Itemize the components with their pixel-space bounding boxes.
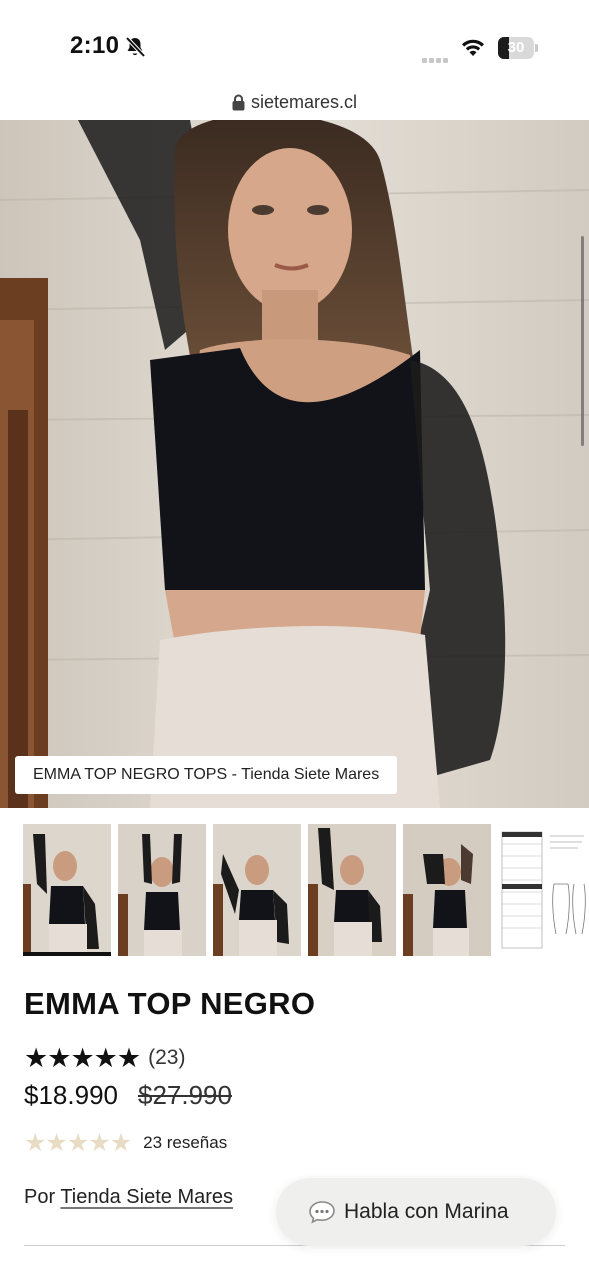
review-stars: ★★★★★ <box>24 1128 132 1158</box>
rating-count: (23) <box>148 1046 186 1069</box>
product-main-image[interactable]: EMMA TOP NEGRO TOPS - Tienda Siete Mares <box>0 120 589 808</box>
star-outline-icon: ★ <box>88 1129 110 1157</box>
compare-price: $27.990 <box>137 1080 232 1110</box>
address-bar[interactable]: sietemares.cl <box>0 92 589 120</box>
star-icon: ★ <box>116 1043 141 1073</box>
lock-icon <box>232 94 245 111</box>
star-outline-icon: ★ <box>66 1129 89 1157</box>
vendor-line: Por Tienda Siete Mares <box>24 1186 233 1209</box>
star-outline-icon: ★ <box>45 1129 67 1157</box>
star-icon: ★ <box>70 1043 94 1073</box>
thumbnail-3[interactable] <box>213 824 301 956</box>
star-outline-icon: ★ <box>109 1129 132 1157</box>
thumbnail-6-size-chart[interactable] <box>498 824 586 956</box>
url-text: sietemares.cl <box>250 92 358 112</box>
rating-summary[interactable]: ★★★★★ (23) <box>24 1044 185 1072</box>
thumbnail-4[interactable] <box>308 824 396 956</box>
reviews-count: 23 reseñas <box>143 1133 228 1152</box>
star-icon: ★ <box>93 1043 118 1073</box>
rating-stars: ★★★★★ <box>24 1043 141 1073</box>
star-icon: ★ <box>24 1043 48 1073</box>
battery-icon: 30 <box>498 37 538 59</box>
reviews-link[interactable]: ★★★★★ 23 reseñas <box>24 1128 227 1158</box>
vendor-link[interactable]: Tienda Siete Mares <box>60 1186 233 1208</box>
chat-button-label: Habla con Marina <box>344 1200 509 1223</box>
cellular-signal-icon <box>422 50 450 68</box>
thumbnail-1[interactable] <box>23 824 111 956</box>
thumbnail-5[interactable] <box>403 824 491 956</box>
chat-bubble-icon <box>309 1201 335 1224</box>
thumbnail-strip <box>23 824 589 956</box>
star-outline-icon: ★ <box>24 1129 46 1157</box>
chat-button[interactable]: Habla con Marina <box>276 1178 556 1246</box>
wifi-icon <box>462 39 484 56</box>
price-row: $18.990 $27.990 <box>24 1080 232 1111</box>
product-title: EMMA TOP NEGRO <box>24 986 316 1021</box>
battery-level: 30 <box>507 39 525 56</box>
sale-price: $18.990 <box>24 1080 118 1110</box>
star-icon: ★ <box>47 1043 71 1073</box>
status-bar: 2:10 30 <box>0 0 589 92</box>
image-caption: EMMA TOP NEGRO TOPS - Tienda Siete Mares <box>15 756 398 794</box>
vendor-prefix: Por <box>24 1186 56 1208</box>
model-photo <box>0 120 589 808</box>
bell-muted-icon <box>125 36 146 58</box>
thumbnail-2[interactable] <box>118 824 206 956</box>
scrollbar[interactable] <box>581 236 584 446</box>
status-time: 2:10 <box>70 32 120 59</box>
